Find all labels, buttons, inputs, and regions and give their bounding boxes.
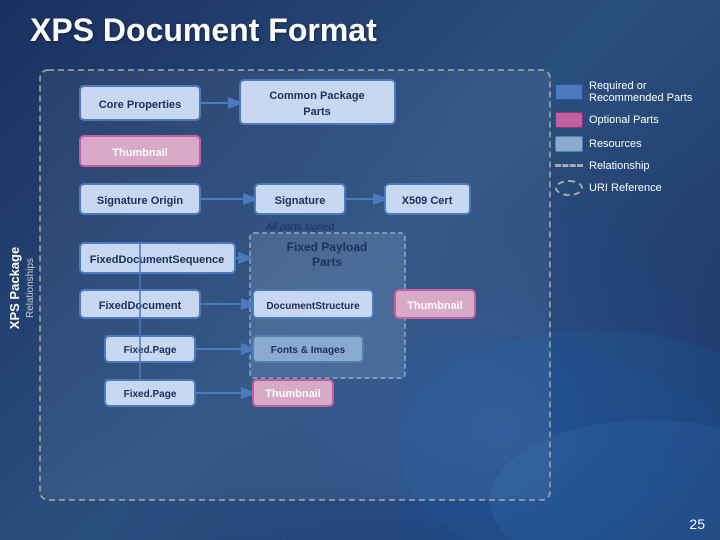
- legend-resources-label: Resources: [589, 138, 642, 150]
- legend-optional-box: [555, 112, 583, 128]
- legend-uri-icon: [555, 180, 583, 196]
- legend-optional: Optional Parts: [555, 112, 700, 128]
- legend-required-box: [555, 84, 583, 100]
- legend-optional-label: Optional Parts: [589, 114, 659, 126]
- legend-uri-label: URI Reference: [589, 182, 662, 194]
- legend-relationship-label: Relationship: [589, 160, 650, 172]
- legend: Required or Recommended Parts Optional P…: [555, 80, 700, 196]
- legend-required: Required or Recommended Parts: [555, 80, 700, 104]
- legend-relationship-line: [555, 164, 583, 168]
- page-number: 25: [689, 516, 705, 532]
- legend-required-label: Required or Recommended Parts: [589, 80, 700, 104]
- page-title: XPS Document Format: [30, 12, 377, 49]
- legend-resources: Resources: [555, 136, 700, 152]
- legend-relationship: Relationship: [555, 160, 700, 172]
- legend-resources-box: [555, 136, 583, 152]
- legend-uri: URI Reference: [555, 180, 700, 196]
